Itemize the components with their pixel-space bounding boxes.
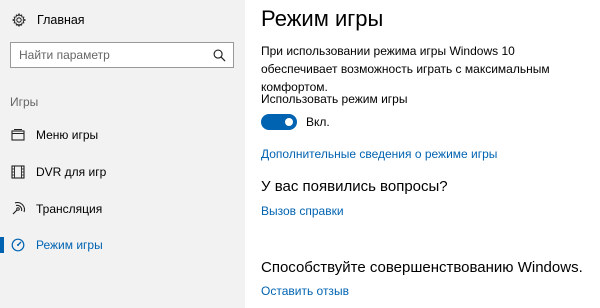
search-icon[interactable] bbox=[213, 49, 226, 62]
page-title: Режим игры bbox=[261, 6, 384, 31]
game-mode-icon bbox=[11, 238, 25, 252]
broadcast-icon bbox=[11, 202, 25, 216]
improve-windows-heading: Способствуйте совершенствованию Windows. bbox=[261, 259, 583, 276]
search-input[interactable] bbox=[19, 48, 199, 62]
game-mode-toggle[interactable] bbox=[261, 114, 297, 130]
more-info-link[interactable]: Дополнительные сведения о режиме игры bbox=[261, 147, 497, 161]
sidebar-item-game-dvr[interactable]: DVR для игр bbox=[0, 159, 245, 185]
gear-icon bbox=[12, 13, 26, 27]
give-feedback-link[interactable]: Оставить отзыв bbox=[261, 284, 349, 298]
game-dvr-icon bbox=[11, 165, 25, 179]
page-description: При использовании режима игры Windows 10… bbox=[261, 44, 550, 94]
toggle-knob bbox=[285, 118, 293, 126]
questions-heading: У вас появились вопросы? bbox=[261, 178, 448, 195]
sidebar-item-game-mode[interactable]: Режим игры bbox=[0, 232, 245, 258]
sidebar-item-label: Меню игры bbox=[36, 128, 99, 142]
sidebar-item-label: DVR для игр bbox=[36, 165, 107, 179]
sidebar-item-label: Режим игры bbox=[36, 238, 103, 252]
get-help-link[interactable]: Вызов справки bbox=[261, 204, 344, 218]
sidebar: Главная Игры Меню игры bbox=[0, 0, 245, 308]
home-label: Главная bbox=[37, 13, 85, 27]
section-label-games: Игры bbox=[10, 95, 39, 109]
toggle-state-label: Вкл. bbox=[306, 115, 330, 129]
sidebar-item-broadcasting[interactable]: Трансляция bbox=[0, 196, 245, 222]
game-bar-icon bbox=[11, 128, 25, 142]
search-box bbox=[10, 42, 234, 68]
sidebar-item-game-bar[interactable]: Меню игры bbox=[0, 122, 245, 148]
game-mode-setting-label: Использовать режим игры bbox=[261, 92, 408, 106]
home-nav-item[interactable]: Главная bbox=[12, 8, 85, 32]
main-content: Режим игры При использовании режима игры… bbox=[245, 0, 600, 308]
sidebar-item-label: Трансляция bbox=[36, 202, 103, 216]
